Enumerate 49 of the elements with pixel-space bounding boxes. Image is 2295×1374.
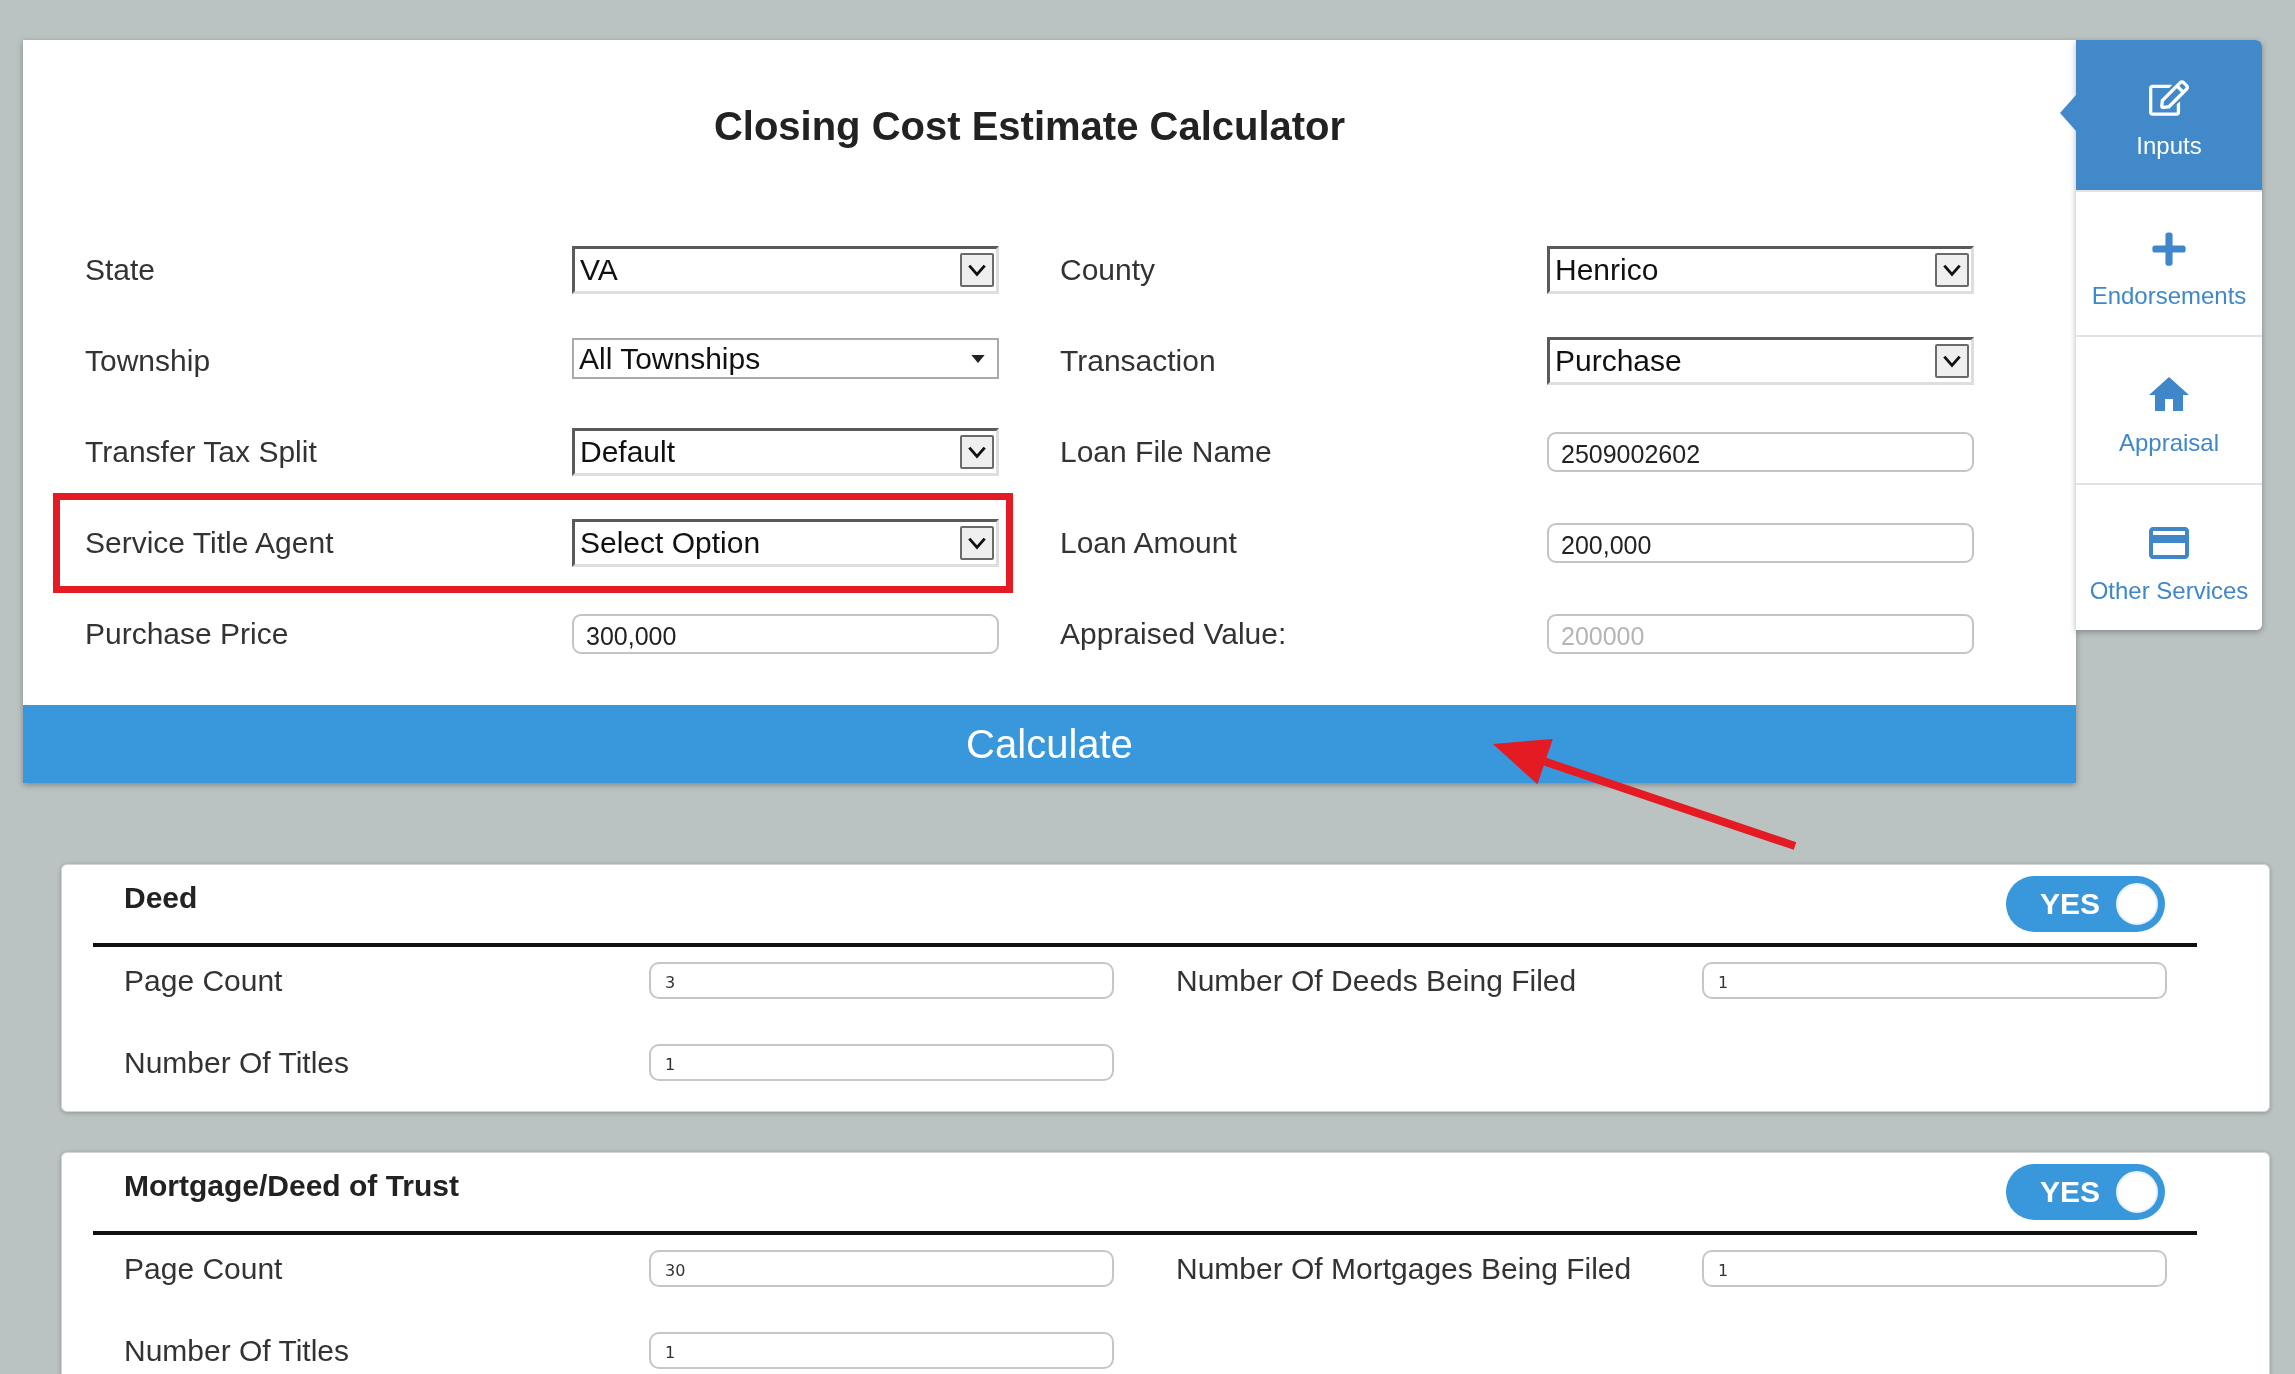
field-label: Transfer Tax Split (84, 434, 318, 470)
input-field[interactable]: 200,000 (1547, 522, 1974, 563)
field-label: Loan Amount (1059, 525, 1238, 561)
pointer-icon (2060, 95, 2076, 131)
input-field[interactable]: 1 (1702, 1249, 2167, 1287)
field-label: Loan File Name (1059, 434, 1273, 470)
field-label: Appraised Value: (1059, 616, 1288, 652)
dropdown-field[interactable]: All Townships (572, 338, 999, 379)
field-label: Service Title Agent (84, 525, 335, 561)
page-title: Closing Cost Estimate Calculator (713, 103, 1346, 149)
input-field[interactable]: 300,000 (572, 613, 999, 654)
field-label: Number Of Mortgages Being Filed (1176, 1250, 1633, 1287)
select-field[interactable]: Default (572, 427, 999, 476)
field-label: Page Count (124, 962, 284, 999)
select-field[interactable]: Henrico (1547, 245, 1974, 294)
select-field[interactable]: Purchase (1547, 336, 1974, 385)
field-label: Number Of Titles (124, 1332, 351, 1369)
field-label: State (84, 252, 157, 288)
input-field[interactable]: 1 (649, 1043, 1114, 1081)
field-label: Township (84, 343, 212, 379)
select-field[interactable]: VA (572, 245, 999, 294)
chevron-down-icon (960, 434, 994, 469)
field-label: Transaction (1059, 343, 1217, 379)
knob-icon (2116, 883, 2158, 925)
knob-icon (2116, 1171, 2158, 1213)
chevron-down-icon (960, 525, 994, 560)
input-field[interactable]: 1 (649, 1331, 1114, 1369)
input-field[interactable]: 30 (649, 1249, 1114, 1287)
field-label: Purchase Price (84, 616, 290, 652)
field-label: Number Of Deeds Being Filed (1176, 962, 1578, 999)
input-field[interactable]: 200000 (1547, 613, 1974, 654)
section-title: Mortgage/Deed of Trust (124, 1168, 460, 1204)
section-title: Deed (124, 880, 198, 916)
input-field[interactable]: 1 (1702, 961, 2167, 999)
chevron-down-icon (1935, 343, 1969, 378)
chevron-down-icon (1935, 252, 1969, 287)
field-label: County (1059, 252, 1157, 288)
input-field[interactable]: 3 (649, 961, 1114, 999)
field-label: Page Count (124, 1250, 284, 1287)
chevron-down-icon (960, 252, 994, 287)
sidebar-tab[interactable]: Endorsements (2076, 190, 2262, 335)
field-label: Number Of Titles (124, 1044, 351, 1081)
sidebar-tab[interactable]: Appraisal (2076, 335, 2262, 483)
caret-down-icon (971, 354, 985, 363)
plus-icon (2150, 230, 2188, 268)
select-field[interactable]: Select Option (572, 518, 999, 567)
sidebar-tab[interactable]: Other Services (2076, 483, 2262, 630)
input-field[interactable]: 2509002602 (1547, 431, 1974, 472)
edit-icon (2149, 78, 2189, 118)
